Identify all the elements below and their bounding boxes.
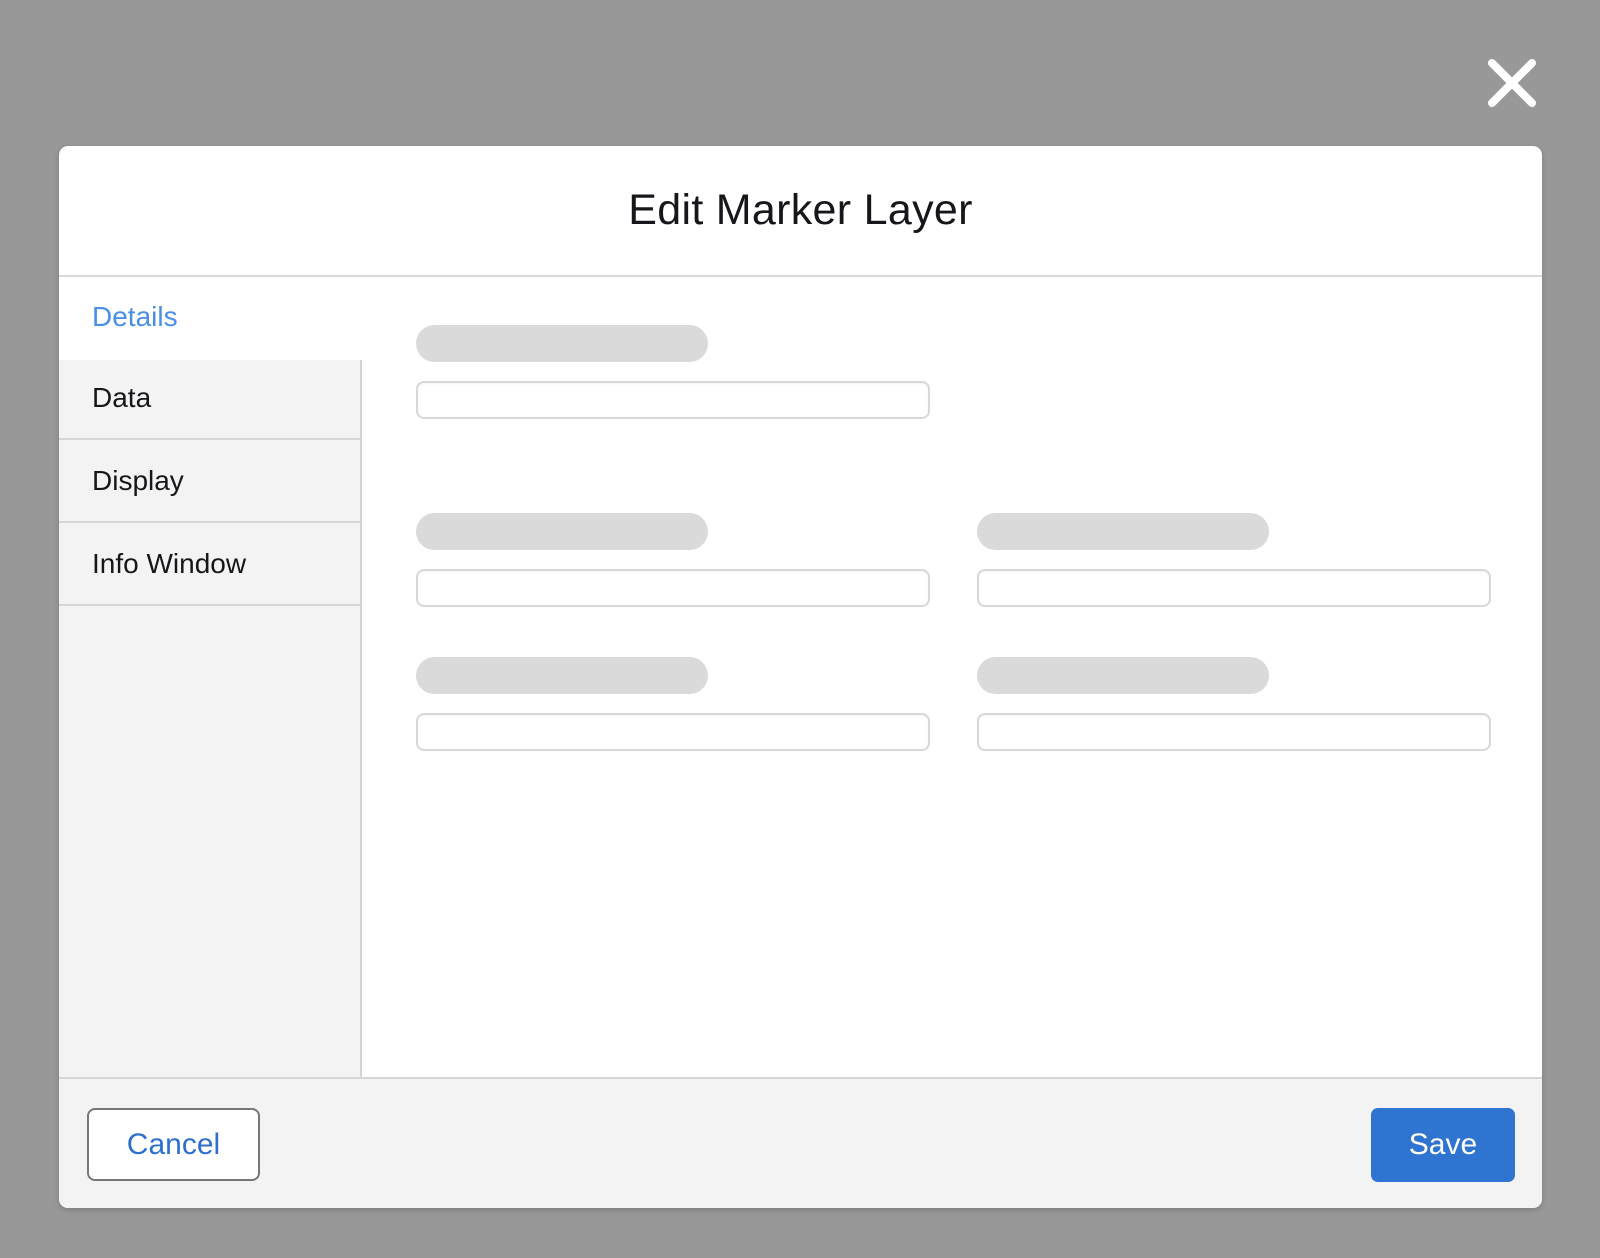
- tab-details[interactable]: Details: [59, 277, 362, 360]
- skeleton-input[interactable]: [416, 569, 930, 607]
- skeleton-input[interactable]: [977, 569, 1491, 607]
- details-panel: [362, 277, 1542, 1077]
- modal-footer: Cancel Save: [59, 1077, 1542, 1208]
- skeleton-label: [416, 657, 708, 694]
- modal-header: Edit Marker Layer: [59, 146, 1542, 277]
- tab-info-window[interactable]: Info Window: [59, 523, 360, 606]
- skeleton-label: [977, 657, 1269, 694]
- skeleton-input[interactable]: [977, 713, 1491, 751]
- skeleton-input[interactable]: [416, 713, 930, 751]
- tab-data[interactable]: Data: [59, 357, 360, 440]
- skeleton-label: [416, 513, 708, 550]
- sidebar-nav: Details Data Display Info Window: [59, 277, 362, 1077]
- skeleton-input[interactable]: [416, 381, 930, 419]
- skeleton-label: [977, 513, 1269, 550]
- close-icon[interactable]: [1484, 58, 1540, 108]
- tab-display[interactable]: Display: [59, 440, 360, 523]
- cancel-button[interactable]: Cancel: [87, 1108, 260, 1181]
- save-button[interactable]: Save: [1371, 1108, 1515, 1182]
- skeleton-label: [416, 325, 708, 362]
- edit-marker-layer-modal: Edit Marker Layer Details Data Display I…: [59, 146, 1542, 1208]
- modal-title: Edit Marker Layer: [628, 186, 973, 234]
